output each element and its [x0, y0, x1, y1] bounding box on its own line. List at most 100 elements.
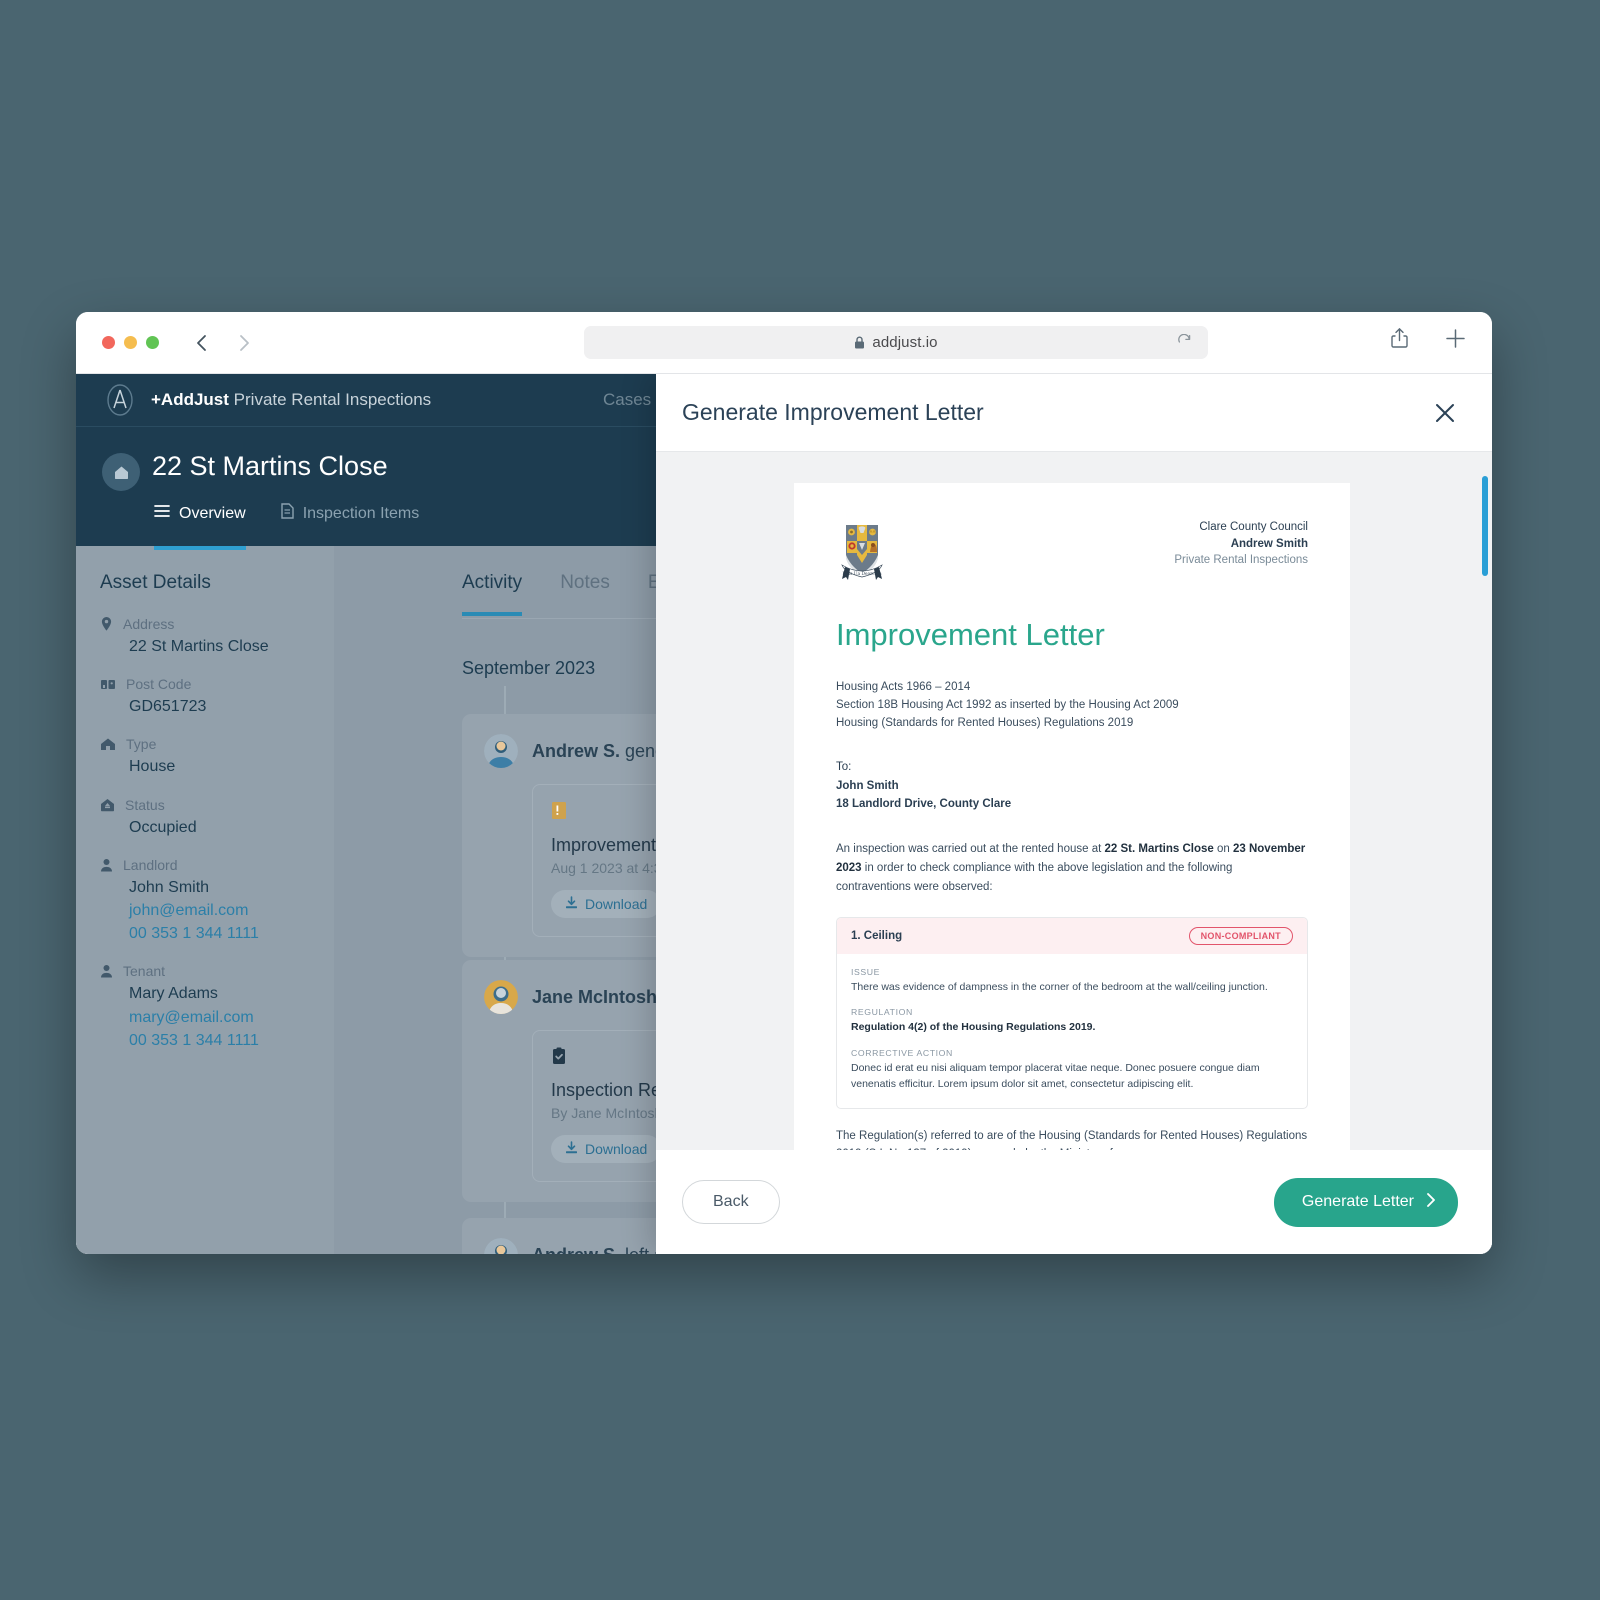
- mailbox-icon: [100, 677, 116, 691]
- maximize-window-button[interactable]: [146, 336, 159, 349]
- intro-part-3: in order to check compliance with the ab…: [836, 861, 1233, 893]
- issue-label: ISSUE: [851, 966, 881, 977]
- detail-address-value: 22 St Martins Close: [129, 638, 269, 655]
- generate-letter-label: Generate Letter: [1301, 1193, 1414, 1210]
- issue-text: There was evidence of dampness in the co…: [851, 980, 1268, 993]
- back-button[interactable]: Back: [682, 1180, 780, 1224]
- detail-tenant-name: Mary Adams: [129, 985, 218, 1003]
- address-bar[interactable]: addjust.io: [584, 326, 1208, 359]
- detail-landlord-phone[interactable]: 00 353 1 344 1111: [129, 922, 334, 945]
- corrective-action-label: CORRECTIVE ACTION: [851, 1048, 953, 1059]
- legislation-line-3: Housing (Standards for Rented Houses) Re…: [836, 716, 1134, 729]
- recipient-address: 18 Landlord Drive, County Clare: [836, 798, 1012, 811]
- contravention-card-body: ISSUE There was evidence of dampness in …: [837, 954, 1307, 1108]
- nav-item-cases[interactable]: Cases: [603, 390, 651, 410]
- generate-letter-button[interactable]: Generate Letter: [1273, 1177, 1458, 1227]
- legislation-block: Housing Acts 1966 – 2014 Section 18B Hou…: [836, 679, 1308, 732]
- download-icon: [565, 896, 578, 912]
- detail-address: Address 22 St Martins Close: [100, 616, 334, 658]
- detail-postcode-value: GD651723: [129, 698, 207, 716]
- modal-title: Generate Improvement Letter: [682, 399, 984, 425]
- home-icon: [100, 737, 116, 751]
- modal-header: Generate Improvement Letter: [656, 374, 1492, 452]
- detail-tenant-label: Tenant: [123, 963, 166, 980]
- council-name: Clare County Council: [1199, 521, 1308, 533]
- modal-footer: Back Generate Letter: [656, 1150, 1492, 1254]
- detail-tenant-email[interactable]: mary@email.com: [129, 1006, 334, 1029]
- modal-scrollbar[interactable]: [1482, 476, 1488, 576]
- detail-landlord: Landlord John Smith john@email.com 00 35…: [100, 857, 334, 946]
- contravention-card-header: 1. Ceiling NON-COMPLIANT: [837, 917, 1307, 954]
- minimize-window-button[interactable]: [124, 336, 137, 349]
- modal-scroll-area: Dilis Ua Dearcain Clare County Council A…: [656, 452, 1492, 1150]
- council-person: Andrew Smith: [1230, 537, 1308, 550]
- recipient-block: To: John Smith 18 Landlord Drive, County…: [836, 758, 1308, 813]
- list-icon: [154, 504, 170, 523]
- tab-inspection-items[interactable]: Inspection Items: [280, 503, 420, 524]
- detail-type-value: House: [129, 758, 176, 776]
- letter-closing-paragraph: The Regulation(s) referred to are of the…: [836, 1129, 1308, 1150]
- house-status-icon: [100, 798, 115, 812]
- tab-inspection-items-label: Inspection Items: [302, 504, 420, 522]
- lock-icon: [854, 336, 865, 349]
- detail-status: Status Occupied: [100, 797, 334, 839]
- legislation-line-2: Section 18B Housing Act 1992 as inserted…: [836, 698, 1179, 711]
- timeline-connector: [504, 686, 506, 716]
- generate-letter-modal: Generate Improvement Letter Dilis Ua Dea…: [656, 374, 1492, 1254]
- detail-landlord-name: John Smith: [129, 878, 210, 896]
- close-icon[interactable]: [1432, 400, 1458, 426]
- share-icon[interactable]: [1390, 327, 1409, 354]
- avatar: [484, 1238, 518, 1254]
- application-viewport: +AddJust Private Rental Inspections Case…: [76, 374, 1492, 1254]
- person-icon: [100, 858, 113, 872]
- tab-overview[interactable]: Overview: [154, 504, 246, 550]
- regulation-label: REGULATION: [851, 1007, 913, 1018]
- location-pin-icon: [100, 616, 113, 632]
- close-window-button[interactable]: [102, 336, 115, 349]
- detail-landlord-email[interactable]: john@email.com: [129, 899, 334, 922]
- chevron-right-icon: [1426, 1192, 1436, 1213]
- council-department: Private Rental Inspections: [1174, 554, 1308, 567]
- back-button[interactable]: [192, 332, 212, 354]
- asset-details-sidebar: Asset Details Address 22 St Martins Clos…: [76, 546, 334, 1254]
- forward-button[interactable]: [234, 332, 254, 354]
- status-badge: NON-COMPLIANT: [1188, 926, 1293, 945]
- corrective-action-text: Donec id erat eu nisi aliquam tempor pla…: [851, 1062, 1260, 1090]
- brand-title: +AddJust Private Rental Inspections: [151, 390, 431, 410]
- addjust-logo-icon: [103, 383, 137, 417]
- reload-icon[interactable]: [1177, 333, 1192, 355]
- intro-part-2: on: [1213, 842, 1233, 855]
- detail-address-label: Address: [123, 616, 175, 632]
- tab-overview-label: Overview: [179, 504, 246, 522]
- download-button[interactable]: Download: [551, 890, 662, 918]
- url-text: addjust.io: [872, 334, 938, 351]
- letter-intro-paragraph: An inspection was carried out at the ren…: [836, 840, 1308, 897]
- browser-toolbar: addjust.io: [76, 312, 1492, 374]
- detail-landlord-label: Landlord: [123, 856, 178, 873]
- browser-window: addjust.io +AddJust Private Rental Inspe…: [76, 312, 1492, 1254]
- timeline-month-label: September 2023: [462, 658, 596, 678]
- download-button[interactable]: Download: [551, 1135, 662, 1163]
- document-icon: [280, 503, 294, 524]
- to-label: To:: [836, 761, 852, 774]
- detail-status-value: Occupied: [129, 818, 197, 836]
- tab-activity[interactable]: Activity: [462, 572, 523, 616]
- tab-notes[interactable]: Notes: [560, 572, 610, 616]
- letter-header: Dilis Ua Dearcain Clare County Council A…: [836, 519, 1308, 585]
- activity-author: Andrew S.: [532, 740, 621, 761]
- legislation-line-1: Housing Acts 1966 – 2014: [836, 681, 971, 693]
- intro-property: 22 St. Martins Close: [1104, 842, 1214, 855]
- letter-preview-page: Dilis Ua Dearcain Clare County Council A…: [794, 483, 1350, 1150]
- detail-tenant: Tenant Mary Adams mary@email.com 00 353 …: [100, 963, 334, 1052]
- brand-name: +AddJust: [151, 390, 229, 409]
- detail-tenant-phone[interactable]: 00 353 1 344 1111: [129, 1029, 334, 1052]
- avatar: [484, 734, 518, 768]
- recipient-name: John Smith: [836, 779, 899, 792]
- council-details: Clare County Council Andrew Smith Privat…: [1174, 519, 1308, 569]
- detail-postcode: Post Code GD651723: [100, 676, 334, 718]
- person-icon: [100, 964, 113, 978]
- letter-title: Improvement Letter: [836, 617, 1105, 652]
- plus-icon[interactable]: [1445, 328, 1466, 354]
- detail-type-label: Type: [126, 736, 157, 753]
- activity-author: Andrew S.: [532, 1245, 620, 1255]
